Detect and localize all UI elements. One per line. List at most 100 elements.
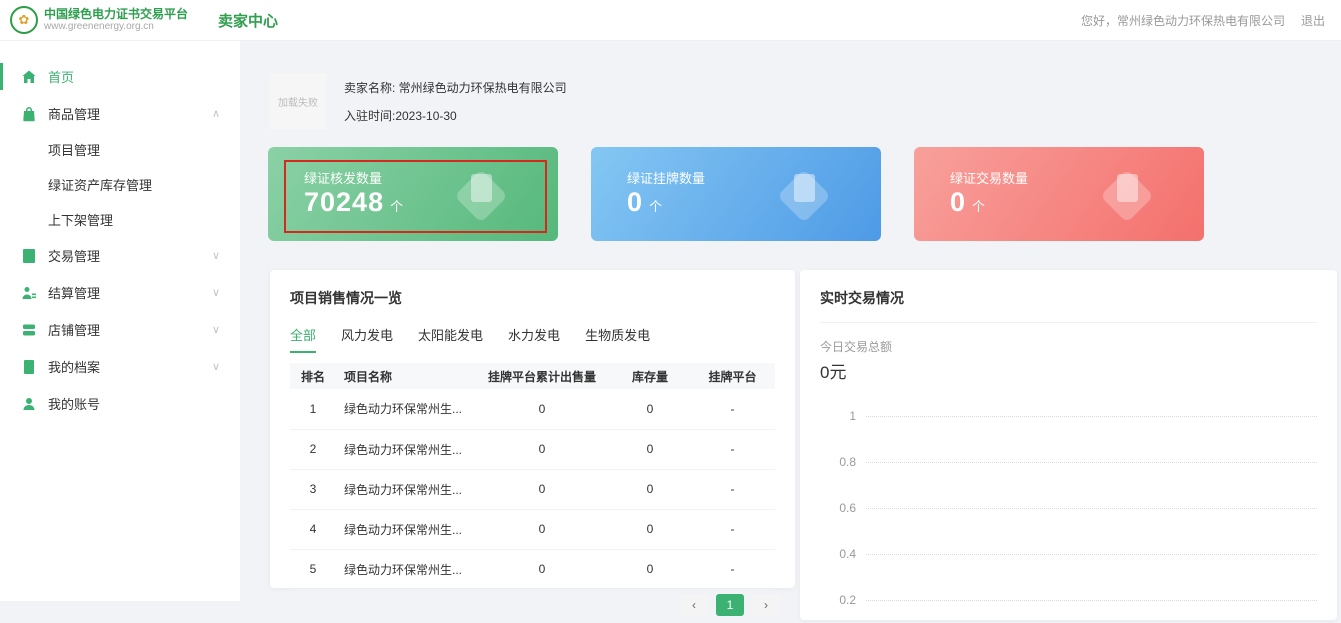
- col-project-name: 项目名称: [336, 363, 474, 389]
- cell-rank: 5: [290, 549, 336, 589]
- cell-rank: 4: [290, 509, 336, 549]
- seller-join-date: 入驻时间:2023-10-30: [344, 107, 567, 124]
- realtime-trade-panel: 实时交易情况 今日交易总额 0元 1 0.8 0.6 0.4 0.2: [800, 270, 1337, 620]
- certificate-icon: [454, 167, 508, 221]
- certificate-icon: [1100, 167, 1154, 221]
- card-value: 70248: [304, 187, 384, 218]
- user-greeting: 您好，常州绿色动力环保热电有限公司: [1081, 12, 1285, 29]
- card-label: 绿证挂牌数量: [627, 168, 705, 187]
- sales-tabs: 全部 风力发电 太阳能发电 水力发电 生物质发电: [290, 325, 775, 353]
- main-content: 加载失败 卖家名称: 常州绿色动力环保热电有限公司 入驻时间:2023-10-3…: [240, 41, 1341, 601]
- table-row: 4 绿色动力环保常州生... 0 0 -: [290, 509, 775, 549]
- cell-stock: 0: [610, 509, 690, 549]
- card-cert-issued[interactable]: 绿证核发数量 70248 个: [268, 147, 558, 241]
- tab-biomass[interactable]: 生物质发电: [585, 325, 650, 353]
- cell-platform: -: [690, 469, 775, 509]
- card-value: 0: [627, 187, 643, 218]
- platform-title: 中国绿色电力证书交易平台: [44, 7, 188, 21]
- sidebar-item-archive[interactable]: 我的档案 ∨: [0, 348, 240, 385]
- sidebar-item-trade[interactable]: 交易管理 ∨: [0, 237, 240, 274]
- table-header-row: 排名 项目名称 挂牌平台累计出售量 库存量 挂牌平台: [290, 363, 775, 389]
- seller-info: 加载失败 卖家名称: 常州绿色动力环保热电有限公司 入驻时间:2023-10-3…: [270, 73, 567, 135]
- cell-project-name: 绿色动力环保常州生...: [336, 429, 474, 469]
- ytick-label: 0.6: [820, 501, 856, 515]
- cell-project-name: 绿色动力环保常州生...: [336, 509, 474, 549]
- cell-stock: 0: [610, 389, 690, 429]
- cell-project-name: 绿色动力环保常州生...: [336, 389, 474, 429]
- pagination: ‹ 1 ›: [680, 594, 780, 616]
- sidebar-nav: 首页 商品管理 ∧ 项目管理 绿证资产库存管理 上下架管理 交易管理 ∨ 结算管…: [0, 41, 240, 601]
- cell-platform: -: [690, 389, 775, 429]
- card-unit: 个: [972, 196, 985, 215]
- sidebar-item-goods[interactable]: 商品管理 ∧: [0, 95, 240, 132]
- card-label: 绿证交易数量: [950, 168, 1028, 187]
- cell-sold: 0: [474, 429, 610, 469]
- card-cert-listed[interactable]: 绿证挂牌数量 0 个: [591, 147, 881, 241]
- sidebar-subitem-projects[interactable]: 项目管理: [0, 132, 240, 167]
- today-total-value: 0元: [820, 358, 1317, 383]
- cell-project-name: 绿色动力环保常州生...: [336, 549, 474, 589]
- certificate-icon: [777, 167, 831, 221]
- settlement-icon: [21, 285, 37, 301]
- gridline: [866, 554, 1317, 555]
- shop-icon: [21, 322, 37, 338]
- col-stock: 库存量: [610, 363, 690, 389]
- card-unit: 个: [390, 196, 403, 215]
- pagination-prev-button[interactable]: ‹: [680, 594, 708, 616]
- sidebar-item-shop[interactable]: 店铺管理 ∨: [0, 311, 240, 348]
- chevron-down-icon[interactable]: ∨: [212, 360, 220, 373]
- table-row: 2 绿色动力环保常州生... 0 0 -: [290, 429, 775, 469]
- sidebar-item-label: 店铺管理: [48, 320, 100, 339]
- cell-rank: 1: [290, 389, 336, 429]
- chevron-down-icon[interactable]: ∨: [212, 323, 220, 336]
- card-label: 绿证核发数量: [304, 168, 382, 187]
- seller-center-label: 卖家中心: [218, 10, 278, 31]
- pagination-next-button[interactable]: ›: [752, 594, 780, 616]
- project-sales-panel: 项目销售情况一览 全部 风力发电 太阳能发电 水力发电 生物质发电 排名 项目名…: [270, 270, 795, 588]
- top-header: ✿ 中国绿色电力证书交易平台 www.greenenergy.org.cn 卖家…: [0, 0, 1341, 41]
- chevron-down-icon[interactable]: ∨: [212, 286, 220, 299]
- gridline: [866, 600, 1317, 601]
- sidebar-item-settlement[interactable]: 结算管理 ∨: [0, 274, 240, 311]
- chevron-down-icon[interactable]: ∨: [212, 249, 220, 262]
- seller-name: 卖家名称: 常州绿色动力环保热电有限公司: [344, 79, 567, 96]
- sidebar-item-label: 首页: [48, 67, 74, 86]
- tab-hydro[interactable]: 水力发电: [508, 325, 560, 353]
- sidebar-subitem-label: 项目管理: [48, 140, 100, 159]
- sidebar-item-label: 商品管理: [48, 104, 100, 123]
- tab-wind[interactable]: 风力发电: [341, 325, 393, 353]
- ytick-label: 1: [820, 409, 856, 423]
- sidebar-item-account[interactable]: 我的账号: [0, 385, 240, 422]
- col-platform: 挂牌平台: [690, 363, 775, 389]
- gridline: [866, 462, 1317, 463]
- cell-rank: 2: [290, 429, 336, 469]
- card-cert-traded[interactable]: 绿证交易数量 0 个: [914, 147, 1204, 241]
- ytick-label: 0.4: [820, 547, 856, 561]
- goods-icon: [21, 106, 37, 122]
- sidebar-subitem-listing[interactable]: 上下架管理: [0, 202, 240, 237]
- logout-link[interactable]: 退出: [1301, 12, 1325, 29]
- cell-stock: 0: [610, 549, 690, 589]
- sidebar-subitem-cert-inventory[interactable]: 绿证资产库存管理: [0, 167, 240, 202]
- table-row: 5 绿色动力环保常州生... 0 0 -: [290, 549, 775, 589]
- table-row: 3 绿色动力环保常州生... 0 0 -: [290, 469, 775, 509]
- cell-sold: 0: [474, 389, 610, 429]
- tab-solar[interactable]: 太阳能发电: [418, 325, 483, 353]
- cell-stock: 0: [610, 469, 690, 509]
- pagination-page-1[interactable]: 1: [716, 594, 744, 616]
- sidebar-item-label: 结算管理: [48, 283, 100, 302]
- sidebar-item-label: 交易管理: [48, 246, 100, 265]
- card-value: 0: [950, 187, 966, 218]
- col-rank: 排名: [290, 363, 336, 389]
- sidebar-item-home[interactable]: 首页: [0, 58, 240, 95]
- platform-logo: ✿ 中国绿色电力证书交易平台 www.greenenergy.org.cn: [10, 6, 188, 34]
- tab-all[interactable]: 全部: [290, 325, 316, 353]
- panel-title: 实时交易情况: [820, 288, 1317, 308]
- chevron-up-icon[interactable]: ∧: [212, 107, 220, 120]
- gridline: [866, 416, 1317, 417]
- gridline: [866, 508, 1317, 509]
- stat-cards: 绿证核发数量 70248 个 绿证挂牌数量 0 个 绿证交易数量 0 个: [268, 147, 1204, 241]
- sales-table: 排名 项目名称 挂牌平台累计出售量 库存量 挂牌平台 1 绿色动力环保常州生..…: [290, 363, 775, 590]
- col-sold: 挂牌平台累计出售量: [474, 363, 610, 389]
- platform-url: www.greenenergy.org.cn: [44, 21, 188, 33]
